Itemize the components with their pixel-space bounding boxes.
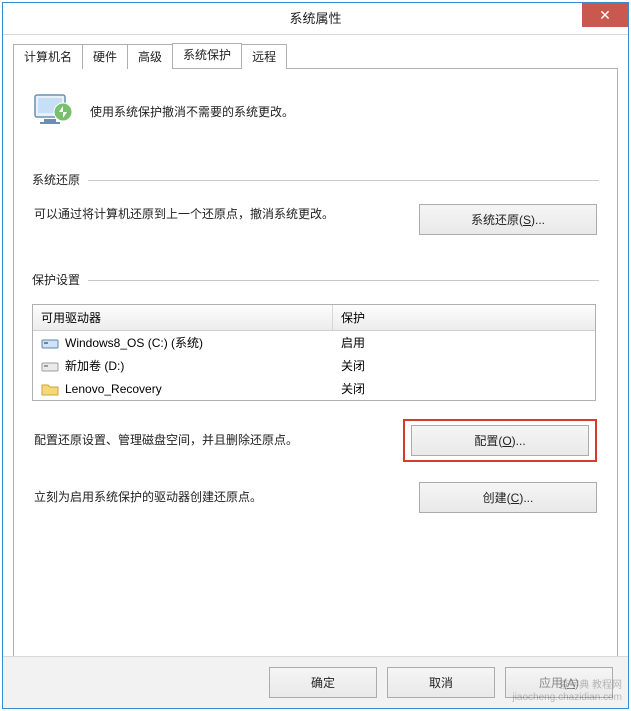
apply-button[interactable]: 应用(A)	[505, 667, 613, 698]
titlebar: 系统属性 ✕	[3, 3, 628, 35]
system-protection-icon	[32, 89, 76, 133]
section-restore-label: 系统还原	[32, 171, 599, 188]
system-restore-button[interactable]: 系统还原(S)...	[419, 204, 597, 235]
section-protect-label: 保护设置	[32, 271, 599, 288]
tab-computer-name[interactable]: 计算机名	[13, 44, 83, 69]
tab-hardware[interactable]: 硬件	[82, 44, 128, 69]
drive-status: 关闭	[333, 380, 595, 397]
drive-row[interactable]: Windows8_OS (C:) (系统) 启用	[33, 331, 595, 354]
restore-row: 可以通过将计算机还原到上一个还原点，撤消系统更改。 系统还原(S)...	[32, 204, 599, 235]
cancel-button[interactable]: 取消	[387, 667, 495, 698]
drive-name: Lenovo_Recovery	[65, 382, 162, 396]
close-button[interactable]: ✕	[582, 3, 628, 27]
window: 系统属性 ✕ 计算机名 硬件 高级 系统保护 远程	[2, 2, 629, 709]
tabpanel-system-protection: 使用系统保护撤消不需要的系统更改。 系统还原 可以通过将计算机还原到上一个还原点…	[13, 68, 618, 670]
config-row: 配置还原设置、管理磁盘空间，并且删除还原点。 配置(O)...	[32, 419, 599, 462]
body-area: 计算机名 硬件 高级 系统保护 远程 使用系统保护撤消不需要的	[3, 35, 628, 670]
drive-icon	[41, 359, 59, 373]
drive-name: Windows8_OS (C:) (系统)	[65, 334, 203, 351]
drive-list: 可用驱动器 保护 Windows8_OS (C:) (系统) 启用	[32, 304, 596, 401]
drive-row[interactable]: Lenovo_Recovery 关闭	[33, 377, 595, 400]
tab-system-protection[interactable]: 系统保护	[172, 43, 242, 68]
col-header-status[interactable]: 保护	[333, 305, 595, 330]
drive-status: 关闭	[333, 357, 595, 374]
create-button[interactable]: 创建(C)...	[419, 482, 597, 513]
tab-remote[interactable]: 远程	[241, 44, 287, 69]
tabstrip: 计算机名 硬件 高级 系统保护 远程	[13, 43, 618, 68]
config-highlight: 配置(O)...	[403, 419, 597, 462]
restore-desc: 可以通过将计算机还原到上一个还原点，撤消系统更改。	[34, 204, 405, 226]
folder-icon	[41, 382, 59, 396]
intro-text: 使用系统保护撤消不需要的系统更改。	[90, 103, 294, 120]
col-header-drive[interactable]: 可用驱动器	[33, 305, 333, 330]
close-icon: ✕	[599, 8, 611, 22]
drive-name: 新加卷 (D:)	[65, 357, 124, 374]
drive-list-header: 可用驱动器 保护	[33, 305, 595, 331]
window-title: 系统属性	[289, 3, 341, 35]
intro-row: 使用系统保护撤消不需要的系统更改。	[32, 89, 599, 133]
ok-button[interactable]: 确定	[269, 667, 377, 698]
config-desc: 配置还原设置、管理磁盘空间，并且删除还原点。	[34, 430, 389, 452]
configure-button[interactable]: 配置(O)...	[411, 425, 589, 456]
drive-icon	[41, 336, 59, 350]
create-desc: 立刻为启用系统保护的驱动器创建还原点。	[34, 487, 405, 509]
bottom-bar: 确定 取消 应用(A)	[3, 656, 628, 708]
create-row: 立刻为启用系统保护的驱动器创建还原点。 创建(C)...	[32, 482, 599, 513]
tab-advanced[interactable]: 高级	[127, 44, 173, 69]
drive-status: 启用	[333, 334, 595, 351]
drive-row[interactable]: 新加卷 (D:) 关闭	[33, 354, 595, 377]
